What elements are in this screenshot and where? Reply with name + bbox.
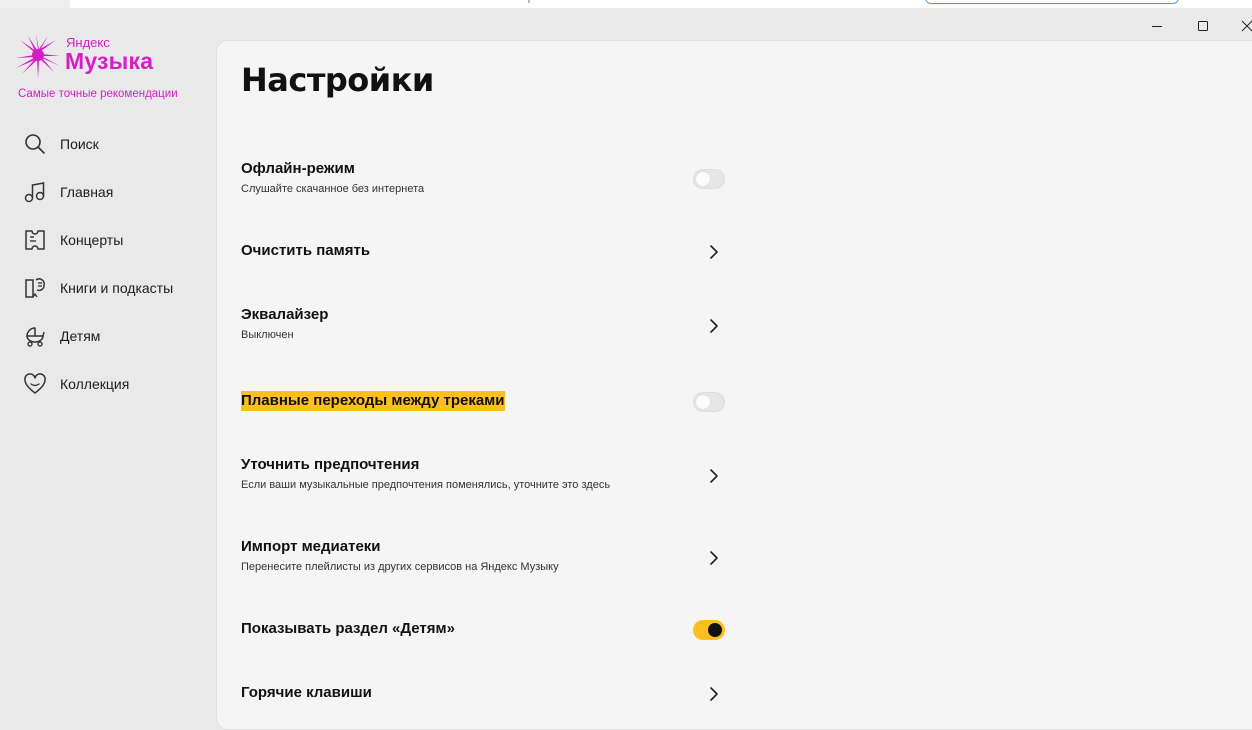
- search-icon: [22, 131, 48, 157]
- chevron-right-icon[interactable]: [707, 468, 721, 484]
- heart-icon: [22, 371, 48, 397]
- close-icon[interactable]: [1232, 16, 1252, 36]
- setting-equalizer[interactable]: Эквалайзер Выключен: [241, 306, 725, 346]
- setting-show-kids[interactable]: Показывать раздел «Детям»: [241, 620, 725, 642]
- ticket-icon: [22, 227, 48, 253]
- sidebar-item-kids[interactable]: Детям: [22, 312, 212, 360]
- chevron-right-icon[interactable]: [707, 244, 721, 260]
- music-note-icon: [22, 179, 48, 205]
- setting-offline-mode[interactable]: Офлайн-режим Слушайте скачанное без инте…: [241, 160, 725, 200]
- crossfade-toggle[interactable]: [693, 392, 725, 412]
- setting-subtitle: Если ваши музыкальные предпочтения помен…: [241, 479, 611, 491]
- sidebar-item-collection[interactable]: Коллекция: [22, 360, 212, 408]
- sidebar-item-home[interactable]: Главная: [22, 168, 212, 216]
- sidebar-nav: Поиск Главная Концерты Книги и подкасты …: [22, 120, 212, 408]
- sidebar-item-label: Концерты: [60, 232, 124, 248]
- sidebar-item-label: Книги и подкасты: [60, 280, 174, 296]
- top-strip-tick: [528, 0, 530, 3]
- show-kids-toggle[interactable]: [693, 620, 725, 640]
- setting-subtitle: Слушайте скачанное без интернета: [241, 183, 425, 195]
- top-strip-edge: [0, 0, 70, 8]
- setting-import-library[interactable]: Импорт медиатеки Перенесите плейлисты из…: [241, 538, 725, 578]
- starburst-logo-icon: [16, 34, 60, 78]
- setting-title: Импорт медиатеки: [241, 538, 381, 555]
- brand-name: Музыка: [65, 48, 154, 74]
- chevron-right-icon[interactable]: [707, 550, 721, 566]
- sidebar-item-label: Главная: [60, 184, 114, 200]
- sidebar-item-label: Поиск: [60, 136, 99, 152]
- setting-crossfade[interactable]: Плавные переходы между треками: [241, 391, 725, 414]
- sidebar-item-books-podcasts[interactable]: Книги и подкасты: [22, 264, 212, 312]
- brand-slogan: Самые точные рекомендации: [18, 88, 178, 100]
- top-strip-field: [925, 0, 1179, 4]
- setting-subtitle: Выключен: [241, 329, 294, 341]
- app-window: Яндекс Музыка Самые точные рекомендации …: [0, 8, 1252, 730]
- sidebar-item-concerts[interactable]: Концерты: [22, 216, 212, 264]
- sidebar-item-search[interactable]: Поиск: [22, 120, 212, 168]
- offline-mode-toggle[interactable]: [693, 169, 725, 189]
- sidebar-item-label: Детям: [60, 328, 101, 344]
- setting-subtitle: Перенесите плейлисты из других сервисов …: [241, 561, 559, 573]
- sidebar-item-label: Коллекция: [60, 376, 130, 392]
- book-icon: [22, 275, 48, 301]
- chevron-right-icon[interactable]: [707, 686, 721, 702]
- maximize-icon[interactable]: [1188, 16, 1218, 36]
- setting-title-wrap: Плавные переходы между треками: [241, 391, 725, 411]
- setting-title: Горячие клавиши: [241, 684, 372, 701]
- setting-title: Плавные переходы между треками: [241, 391, 505, 411]
- settings-panel: Настройки Офлайн-режим Слушайте скачанно…: [216, 40, 1252, 730]
- setting-clear-memory[interactable]: Очистить память: [241, 242, 725, 262]
- setting-title: Показывать раздел «Детям»: [241, 620, 455, 637]
- stroller-icon: [22, 323, 48, 349]
- setting-refine-preferences[interactable]: Уточнить предпочтения Если ваши музыкаль…: [241, 456, 725, 496]
- setting-title: Офлайн-режим: [241, 160, 355, 177]
- page-title: Настройки: [241, 61, 434, 99]
- setting-title: Уточнить предпочтения: [241, 456, 420, 473]
- setting-hotkeys[interactable]: Горячие клавиши: [241, 684, 725, 706]
- chevron-right-icon[interactable]: [707, 318, 721, 334]
- setting-title: Эквалайзер: [241, 306, 329, 323]
- brand-logo[interactable]: Яндекс Музыка Самые точные рекомендации: [16, 34, 196, 104]
- top-strip: [0, 0, 1252, 8]
- setting-title: Очистить память: [241, 242, 371, 259]
- minimize-icon[interactable]: [1142, 16, 1172, 36]
